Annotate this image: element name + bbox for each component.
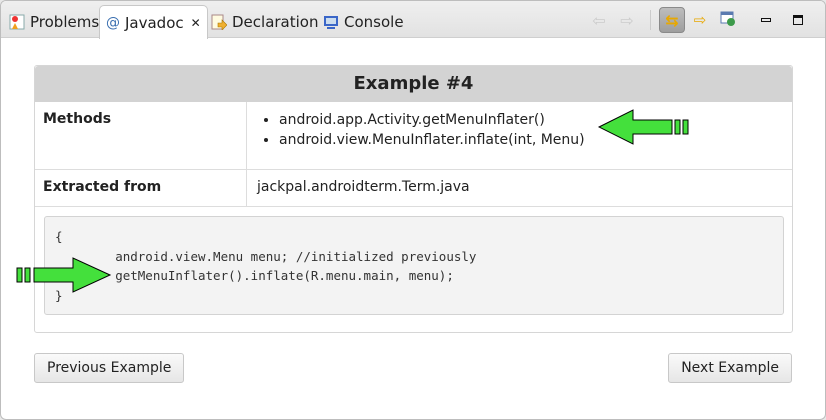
previous-example-button[interactable]: Previous Example <box>34 353 185 383</box>
tab-bar: Problems @ Javadoc ✕ Declaration Console… <box>1 1 825 39</box>
close-icon[interactable]: ✕ <box>191 16 201 30</box>
tab-console[interactable]: Console <box>317 5 410 38</box>
javadoc-view: Problems @ Javadoc ✕ Declaration Console… <box>0 0 826 420</box>
arrow-right-icon <box>16 257 112 293</box>
browser-icon <box>720 10 736 30</box>
tab-label: Problems <box>30 12 100 31</box>
link-icon: ⇆ <box>665 10 679 30</box>
problems-icon <box>9 14 25 30</box>
extracted-label: Extracted from <box>35 170 247 206</box>
declaration-icon <box>211 14 228 31</box>
methods-label: Methods <box>35 102 247 169</box>
tab-label: Declaration <box>232 12 319 31</box>
tab-declaration[interactable]: Declaration <box>205 5 324 38</box>
extracted-row: Extracted from jackpal.androidterm.Term.… <box>35 170 792 207</box>
view-toolbar: ⇦ ⇨ ⇆ ⇨ <box>586 7 825 33</box>
open-declaration-button[interactable]: ⇨ <box>687 7 713 33</box>
link-with-selection-button[interactable]: ⇆ <box>659 7 685 33</box>
open-browser-button[interactable] <box>715 7 741 33</box>
maximize-icon <box>793 15 803 25</box>
next-example-button[interactable]: Next Example <box>668 353 792 383</box>
open-declaration-icon: ⇨ <box>693 11 707 29</box>
maximize-button[interactable] <box>785 7 811 33</box>
arrow-left-icon <box>598 109 689 145</box>
console-icon <box>323 14 339 30</box>
tab-label: Console <box>344 12 404 31</box>
tab-javadoc[interactable]: @ Javadoc ✕ <box>99 5 208 39</box>
minimize-button[interactable] <box>753 7 779 33</box>
example-panel: Example #4 Methods android.app.Activity.… <box>34 65 793 333</box>
example-title: Example #4 <box>35 66 792 102</box>
back-button[interactable]: ⇦ <box>586 7 612 33</box>
method-item: android.view.MenuInflater.inflate(int, M… <box>279 130 585 150</box>
code-snippet: { android.view.Menu menu; //initialized … <box>44 216 784 315</box>
tab-label: Javadoc <box>125 13 184 32</box>
minimize-icon <box>761 18 771 22</box>
method-item: android.app.Activity.getMenuInflater() <box>279 110 585 130</box>
methods-value: android.app.Activity.getMenuInflater() a… <box>247 102 595 169</box>
toolbar-separator <box>650 10 651 30</box>
forward-button[interactable]: ⇨ <box>614 7 640 33</box>
tab-problems[interactable]: Problems <box>3 5 105 38</box>
extracted-value: jackpal.androidterm.Term.java <box>257 179 470 195</box>
at-icon: @ <box>106 14 120 31</box>
